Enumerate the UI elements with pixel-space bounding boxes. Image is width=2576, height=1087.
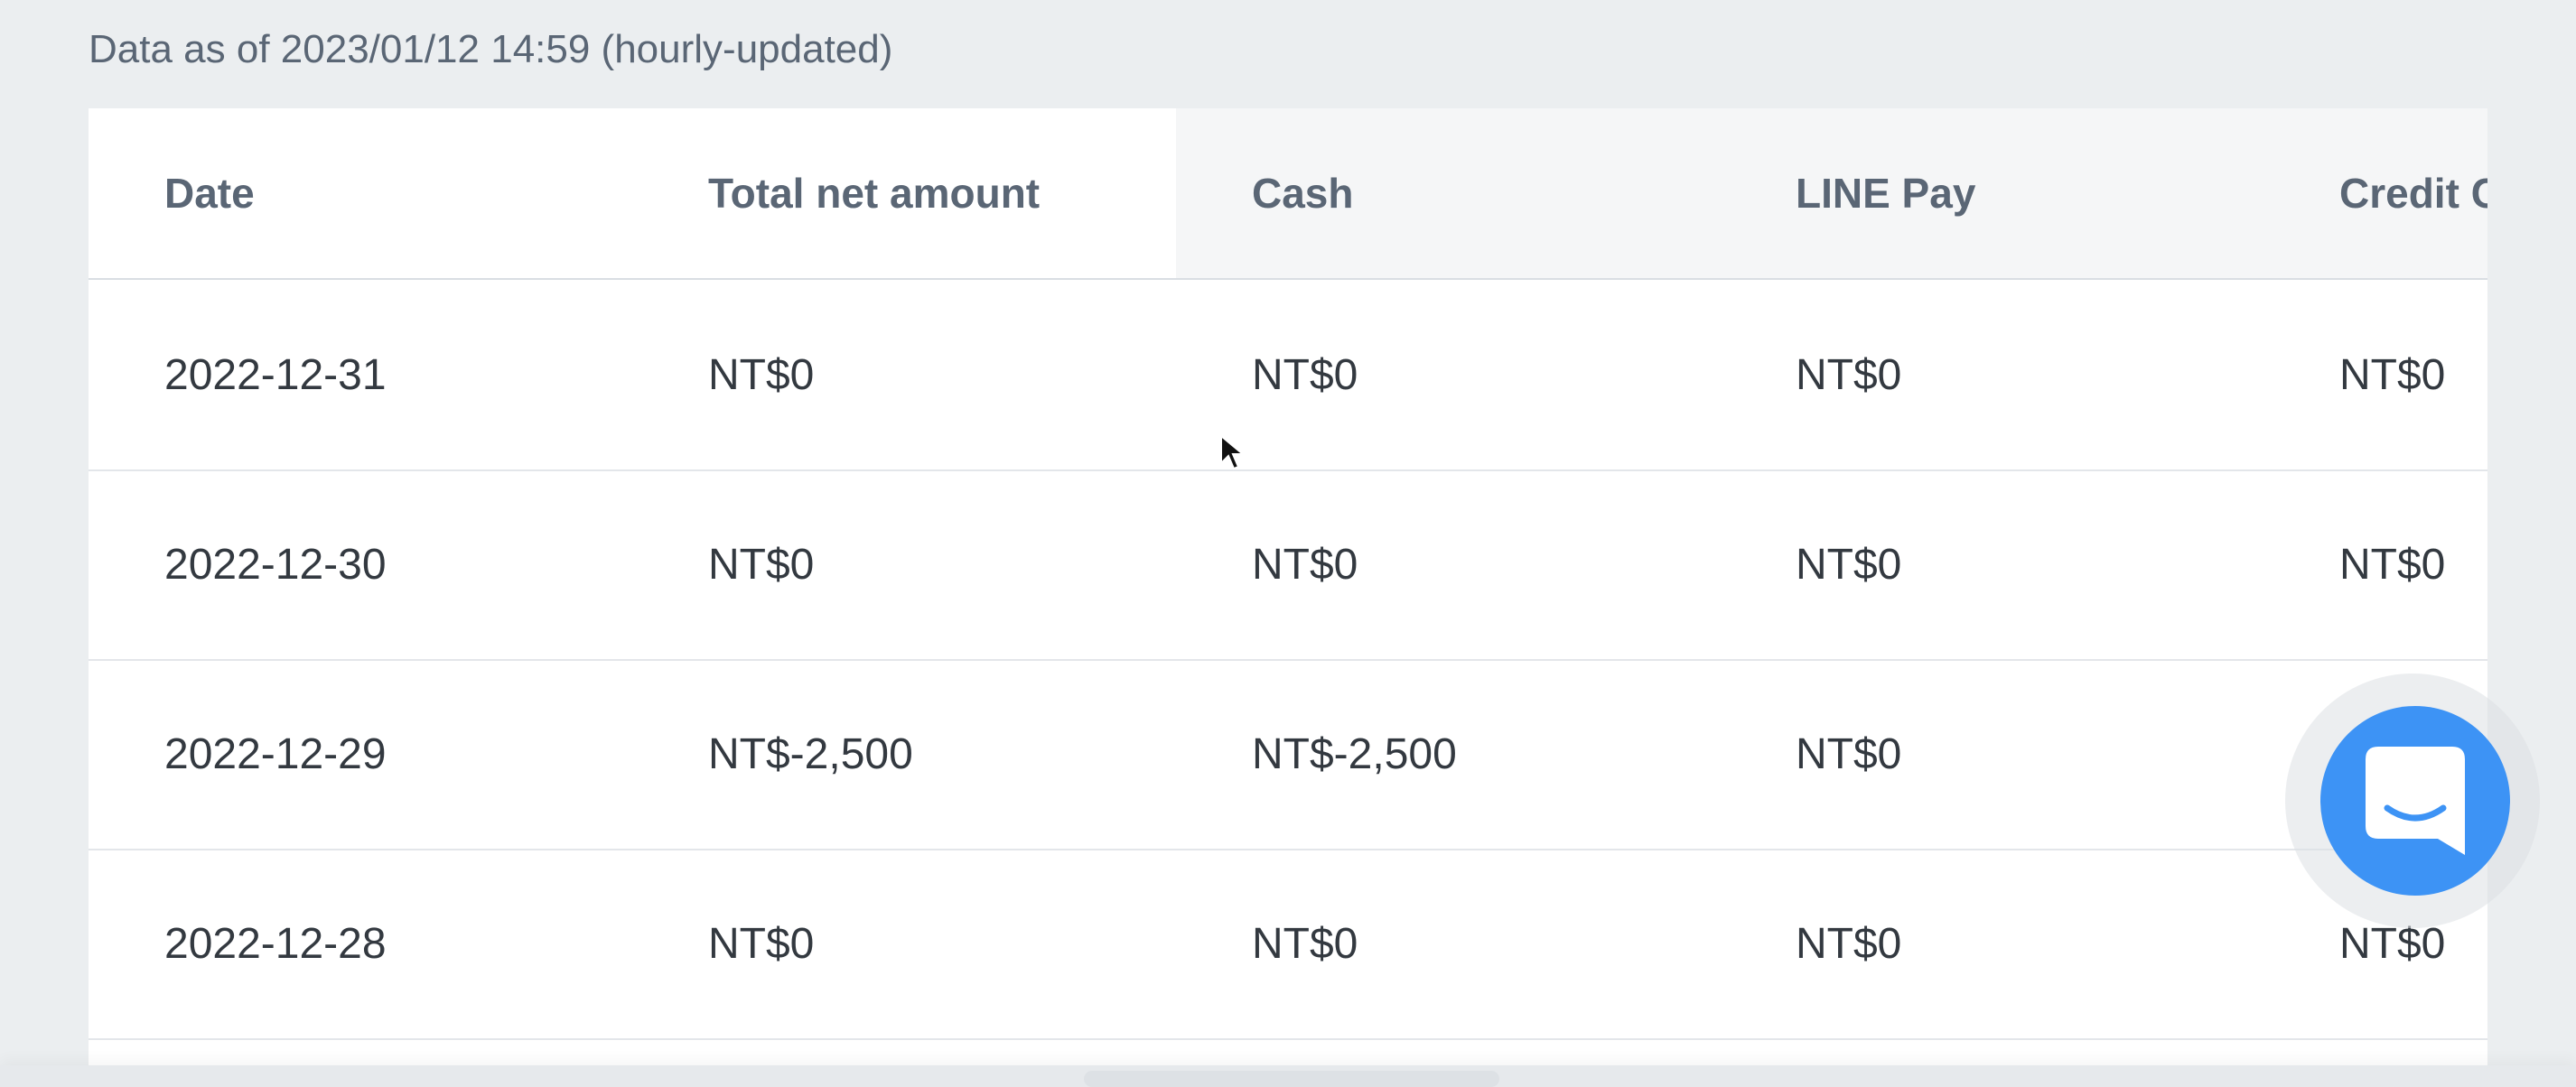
header-credit-card[interactable]: Credit C (2263, 108, 2487, 278)
cell-line-pay: NT$0 (1796, 350, 1902, 399)
header-line-pay[interactable]: LINE Pay (1720, 108, 2263, 278)
cell-date: 2022-12-28 (164, 919, 387, 968)
cell-date: 2022-12-30 (164, 540, 387, 589)
chat-bubble-icon (2366, 747, 2465, 855)
cell-date: 2022-12-31 (164, 350, 387, 399)
header-total-net-amount[interactable]: Total net amount (632, 108, 1176, 278)
cell-line-pay: NT$0 (1796, 540, 1902, 589)
chat-launcher-button[interactable] (2320, 706, 2510, 896)
page: Data as of 2023/01/12 14:59 (hourly-upda… (0, 0, 2576, 1087)
cell-date: 2022-12-29 (164, 729, 387, 778)
cell-cash: NT$0 (1252, 350, 1358, 399)
cell-total-net-amount: NT$0 (708, 350, 815, 399)
cell-total-net-amount: NT$0 (708, 540, 815, 589)
cell-cash: NT$-2,500 (1252, 729, 1457, 778)
table-row: 2022-12-28 NT$0 NT$0 NT$0 NT$0 (89, 849, 2487, 1040)
table-row: 2022-12-29 NT$-2,500 NT$-2,500 NT$0 (89, 659, 2487, 850)
cell-total-net-amount: NT$0 (708, 919, 815, 968)
scroll-handle[interactable] (1084, 1071, 1499, 1087)
cell-credit-card: NT$0 (2339, 350, 2446, 399)
cell-line-pay: NT$0 (1796, 729, 1902, 778)
header-cash[interactable]: Cash (1176, 108, 1720, 278)
header-date[interactable]: Date (89, 108, 632, 278)
bottom-scroll-bar[interactable] (0, 1065, 2576, 1087)
mouse-pointer-icon (1220, 434, 1246, 470)
table-row: 2022-12-31 NT$0 NT$0 NT$0 NT$0 (89, 280, 2487, 471)
cell-cash: NT$0 (1252, 919, 1358, 968)
table-row: 2022-12-30 NT$0 NT$0 NT$0 NT$0 (89, 469, 2487, 661)
cell-line-pay: NT$0 (1796, 919, 1902, 968)
cell-credit-card: NT$0 (2339, 540, 2446, 589)
payments-table: Date Total net amount Cash LINE Pay Cred… (89, 108, 2487, 1087)
data-updated-note: Data as of 2023/01/12 14:59 (hourly-upda… (89, 27, 893, 71)
cell-total-net-amount: NT$-2,500 (708, 729, 913, 778)
payments-table-scroll-area[interactable]: Date Total net amount Cash LINE Pay Cred… (89, 108, 2487, 1087)
table-header-row: Date Total net amount Cash LINE Pay Cred… (89, 108, 2487, 280)
cell-cash: NT$0 (1252, 540, 1358, 589)
